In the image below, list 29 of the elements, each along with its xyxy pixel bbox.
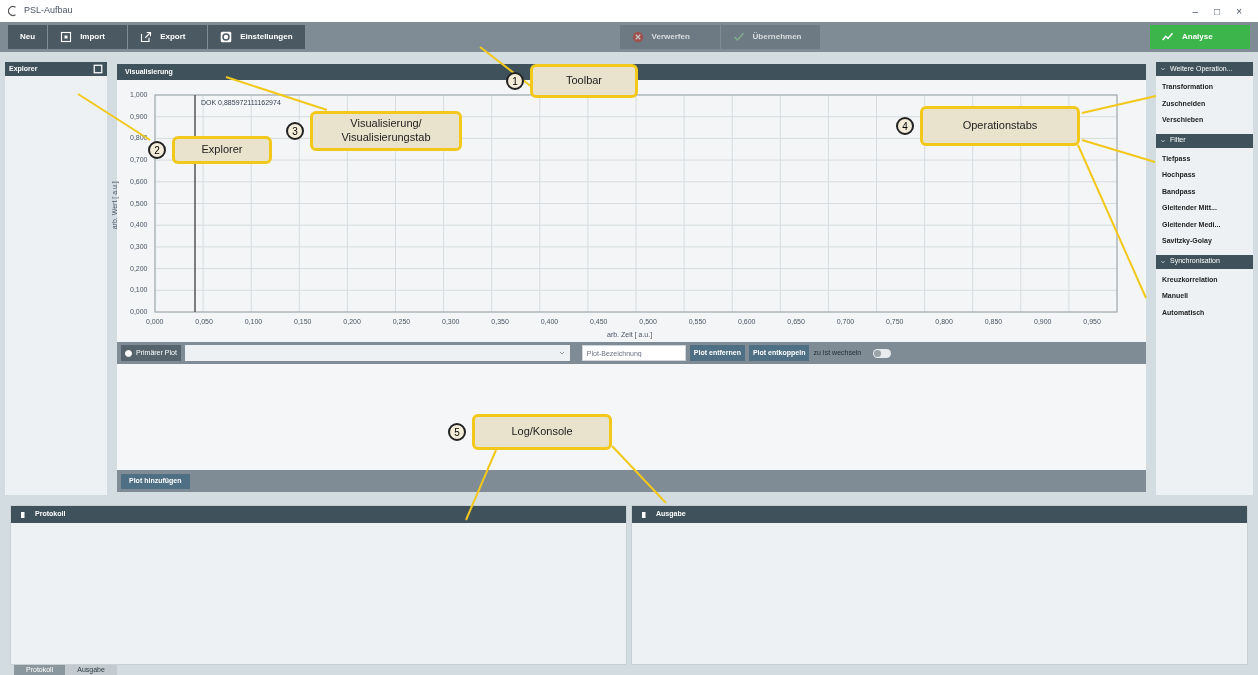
caret-icon — [1160, 258, 1166, 265]
caret-icon — [1160, 66, 1166, 72]
toolbar-button[interactable]: Export — [127, 25, 208, 49]
callout-label: Explorer — [172, 136, 272, 164]
callout-label: Operationstabs — [920, 106, 1080, 146]
toggle-switch[interactable] — [873, 348, 892, 358]
square-icon — [60, 31, 73, 43]
callout-label: Log/Konsole — [472, 414, 612, 450]
callout-label: Visualisierung/ Visualisierungstab — [310, 111, 462, 151]
leader-line — [465, 449, 497, 521]
trend-icon — [1162, 31, 1174, 43]
close-icon — [631, 31, 644, 43]
callout-label: Toolbar — [530, 64, 638, 98]
caret-icon — [557, 349, 566, 357]
window-control[interactable]: □ — [1214, 3, 1221, 19]
export-icon — [140, 31, 153, 43]
toolbar-button[interactable]: Neu — [8, 25, 48, 49]
window-control[interactable]: × — [1236, 3, 1242, 19]
panel-icon — [93, 64, 103, 74]
document-icon — [19, 509, 27, 520]
document-icon — [640, 509, 648, 520]
toolbar-button[interactable]: Einstellungen — [207, 25, 305, 49]
caret-icon — [1160, 137, 1166, 144]
check-icon — [732, 31, 745, 43]
window-control[interactable]: – — [1192, 3, 1199, 19]
toolbar-button[interactable]: Import — [47, 25, 128, 49]
leader-line — [479, 46, 533, 88]
leader-line — [611, 445, 667, 504]
window-title: PSL-Aufbau — [24, 4, 73, 18]
